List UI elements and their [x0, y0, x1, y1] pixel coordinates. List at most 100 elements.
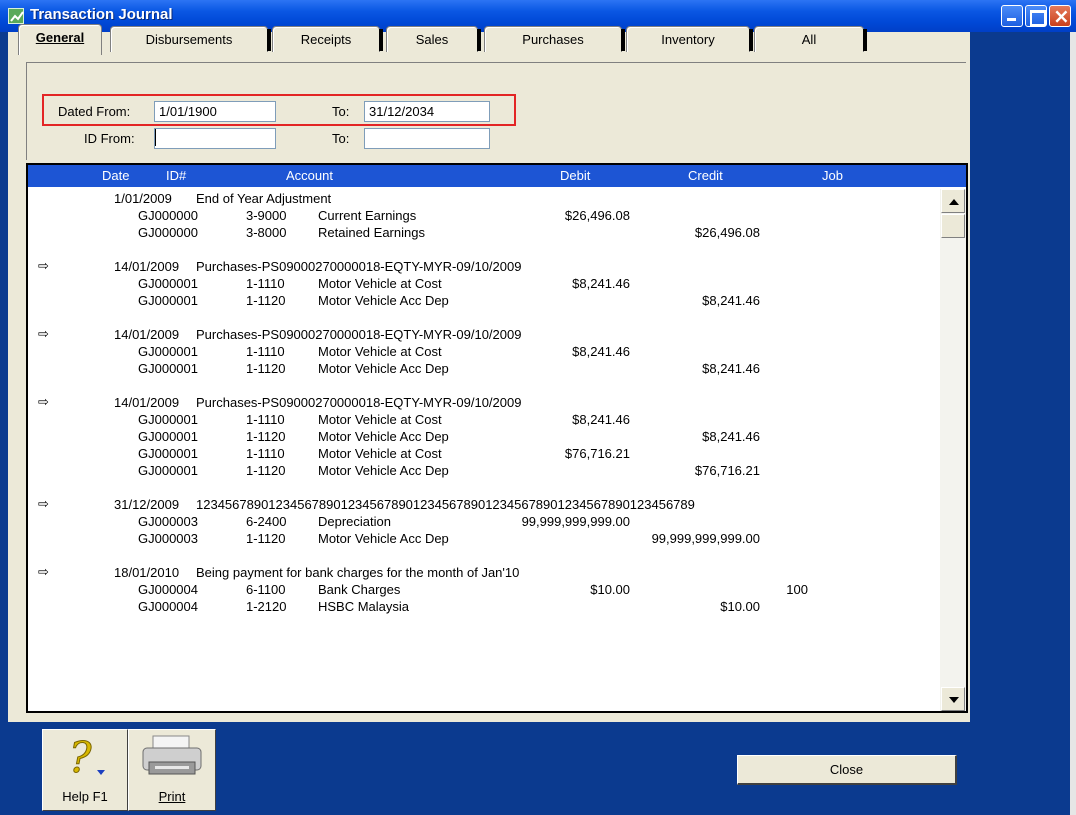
- line-account-name: Depreciation: [318, 514, 391, 529]
- column-id[interactable]: ID#: [166, 168, 186, 183]
- question-mark-icon: ?: [69, 736, 105, 780]
- arrow-right-icon[interactable]: ⇨: [38, 395, 49, 410]
- column-debit[interactable]: Debit: [560, 168, 590, 183]
- arrow-right-icon[interactable]: ⇨: [38, 497, 49, 512]
- scroll-thumb[interactable]: [941, 214, 965, 238]
- highlight-annotation: [42, 94, 516, 126]
- tab-sales[interactable]: Sales: [386, 26, 481, 52]
- entry-date: 14/01/2009: [114, 259, 180, 274]
- printer-icon: [142, 735, 202, 775]
- svg-text:?: ?: [69, 736, 92, 780]
- entry-date: 1/01/2009: [114, 191, 172, 206]
- line-id: GJ000001: [138, 429, 198, 444]
- print-label: Print: [129, 789, 215, 804]
- help-button[interactable]: ? Help F1: [42, 729, 128, 811]
- id-to-label: To:: [332, 131, 350, 146]
- line-account-name: Motor Vehicle Acc Dep: [318, 361, 449, 376]
- help-label: Help F1: [62, 789, 108, 804]
- arrow-right-icon[interactable]: ⇨: [38, 565, 49, 580]
- tab-all[interactable]: All: [754, 26, 867, 52]
- line-account-number: 1-1120: [246, 361, 286, 376]
- line-account-number: 1-1110: [246, 344, 285, 359]
- line-job: 100: [786, 582, 808, 597]
- vertical-scrollbar[interactable]: [940, 189, 966, 711]
- line-account-name: Motor Vehicle Acc Dep: [318, 463, 449, 478]
- journal-entry[interactable]: 1/01/2009 End of Year Adjustment GJ000000 3…: [28, 191, 940, 242]
- column-account[interactable]: Account: [286, 168, 333, 183]
- line-debit: $8,241.46: [572, 412, 630, 427]
- arrow-right-icon[interactable]: ⇨: [38, 259, 49, 274]
- transaction-journal-window: Transaction Journal General Disbursement…: [0, 0, 1076, 815]
- print-button[interactable]: Print: [128, 729, 216, 811]
- journal-header: Date ID# Account Debit Credit Job: [28, 165, 966, 187]
- line-debit: $8,241.46: [572, 276, 630, 291]
- tab-label: General: [35, 30, 85, 45]
- minimize-button[interactable]: [1001, 5, 1023, 27]
- line-credit: $26,496.08: [694, 225, 760, 240]
- entry-memo: Being payment for bank charges for the m…: [196, 565, 520, 580]
- line-credit: $8,241.46: [702, 293, 760, 308]
- line-account-number: 3-9000: [246, 208, 287, 223]
- tab-label: Purchases: [522, 32, 584, 47]
- line-account-number: 1-1120: [246, 429, 286, 444]
- line-account-number: 3-8000: [246, 225, 287, 240]
- line-id: GJ000000: [138, 225, 198, 240]
- line-id: GJ000001: [138, 361, 198, 376]
- maximize-button[interactable]: [1025, 5, 1047, 27]
- line-id: GJ000003: [138, 514, 198, 529]
- line-id: GJ000004: [138, 599, 198, 614]
- column-date[interactable]: Date: [102, 168, 129, 183]
- line-account-number: 1-2120: [246, 599, 287, 614]
- tab-general[interactable]: General: [18, 24, 102, 55]
- tab-label: Inventory: [661, 32, 715, 47]
- line-account-number: 1-1110: [246, 446, 285, 461]
- arrow-right-icon[interactable]: ⇨: [38, 327, 49, 342]
- column-job[interactable]: Job: [822, 168, 843, 183]
- id-from-input[interactable]: [154, 128, 276, 149]
- line-id: GJ000003: [138, 531, 198, 546]
- line-account-name: Motor Vehicle Acc Dep: [318, 531, 449, 546]
- line-credit: $76,716.21: [694, 463, 760, 478]
- line-account-number: 1-1120: [246, 463, 286, 478]
- journal-entry[interactable]: ⇨ 14/01/2009 Purchases-PS09000270000018-EQ…: [28, 259, 940, 310]
- tab-inventory[interactable]: Inventory: [626, 26, 753, 52]
- line-id: GJ000001: [138, 463, 198, 478]
- line-id: GJ000001: [138, 293, 198, 308]
- journal-list[interactable]: Date ID# Account Debit Credit Job 1/01/2…: [26, 163, 968, 713]
- line-account-name: Motor Vehicle at Cost: [318, 446, 442, 461]
- line-account-number: 6-2400: [246, 514, 287, 529]
- tab-label: Receipts: [300, 32, 352, 47]
- entry-memo: End of Year Adjustment: [196, 191, 332, 206]
- line-debit: $76,716.21: [564, 446, 630, 461]
- line-credit: $8,241.46: [702, 429, 760, 444]
- scroll-up-button[interactable]: [941, 189, 965, 213]
- close-button[interactable]: Close: [737, 755, 957, 785]
- journal-entry[interactable]: ⇨ 18/01/2010 Being payment for bank charge…: [28, 565, 940, 616]
- line-account-name: Motor Vehicle Acc Dep: [318, 293, 449, 308]
- entry-date: 14/01/2009: [114, 395, 180, 410]
- line-account-number: 1-1120: [246, 293, 286, 308]
- tab-purchases[interactable]: Purchases: [484, 26, 625, 52]
- scroll-down-button[interactable]: [941, 687, 965, 711]
- line-id: GJ000001: [138, 412, 198, 427]
- journal-entry[interactable]: ⇨ 14/01/2009 Purchases-PS09000270000018-EQ…: [28, 327, 940, 378]
- app-icon: [8, 8, 24, 24]
- line-id: GJ000000: [138, 208, 198, 223]
- window-title: Transaction Journal: [30, 6, 173, 23]
- entry-memo: Purchases-PS09000270000018-EQTY-MYR-09/1…: [196, 259, 522, 274]
- line-account-name: Motor Vehicle at Cost: [318, 344, 442, 359]
- column-credit[interactable]: Credit: [688, 168, 723, 183]
- line-account-number: 1-1120: [246, 531, 286, 546]
- line-credit: $10.00: [720, 599, 760, 614]
- entry-memo: 1234567890123456789012345678901234567890…: [196, 497, 695, 512]
- tab-receipts[interactable]: Receipts: [272, 26, 383, 52]
- window-close-button[interactable]: [1049, 4, 1071, 28]
- entry-date: 31/12/2009: [114, 497, 180, 512]
- tab-disbursements[interactable]: Disbursements: [110, 26, 271, 52]
- line-id: GJ000004: [138, 582, 198, 597]
- tab-label: Disbursements: [145, 32, 233, 47]
- journal-entry[interactable]: ⇨ 31/12/2009 12345678901234567890123456789…: [28, 497, 940, 548]
- id-to-input[interactable]: [364, 128, 490, 149]
- journal-entry[interactable]: ⇨ 14/01/2009 Purchases-PS09000270000018-EQ…: [28, 395, 940, 480]
- line-id: GJ000001: [138, 276, 198, 291]
